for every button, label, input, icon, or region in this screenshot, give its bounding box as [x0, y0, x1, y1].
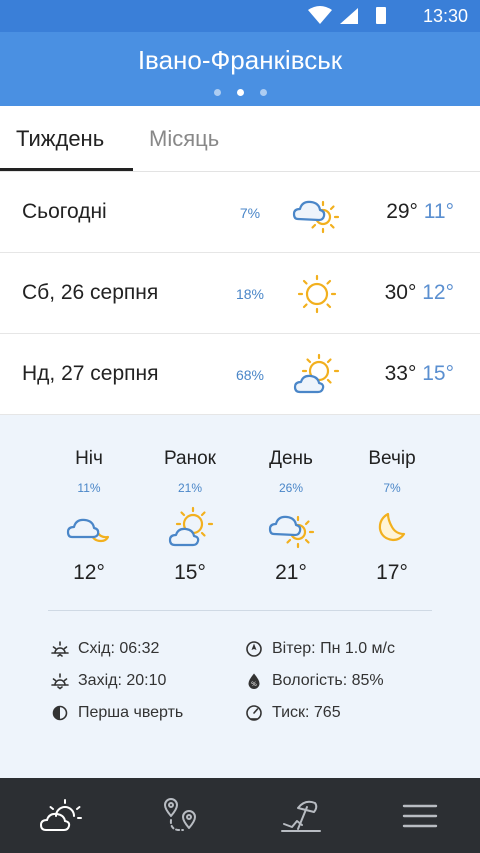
weather-icon — [39, 799, 82, 831]
day-row-sun[interactable]: Нд, 27 серпня 68% 33° 15° — [0, 335, 480, 415]
tab-week[interactable]: Тиждень — [16, 126, 104, 152]
precip-chance: 18% — [235, 286, 265, 302]
precip-chance: 7% — [383, 481, 401, 495]
svg-text:%: % — [251, 681, 257, 688]
locations-icon — [164, 798, 196, 831]
day-name: Сб, 26 серпня — [22, 281, 159, 304]
beach-icon — [281, 800, 321, 832]
battery-icon — [376, 7, 386, 24]
sun-cloud-icon — [168, 506, 214, 547]
period-name: Вечір — [368, 448, 416, 469]
status-icons — [308, 6, 386, 24]
page-dot — [213, 89, 221, 96]
period-name: Ніч — [75, 448, 103, 469]
day-row-sat[interactable]: Сб, 26 серпня 18% 30° 12° — [0, 254, 480, 334]
period-temp: 21° — [275, 561, 307, 584]
precip-chance: 7% — [239, 205, 261, 221]
sun-cloud-icon — [293, 353, 340, 394]
temp-min: 15° — [422, 362, 454, 385]
precip-chance: 11% — [77, 481, 101, 495]
tab-bar: Тиждень Місяць — [0, 106, 480, 172]
menu-icon — [402, 804, 438, 828]
day-temps: 29° 11° — [386, 200, 454, 224]
period-morning: Ранок 21% 15° — [140, 415, 240, 595]
app-header: Івано-Франківськ — [0, 32, 480, 106]
sunset-text: Захід: 20:10 — [78, 672, 167, 689]
gauge-icon — [246, 705, 262, 721]
precip-chance: 68% — [235, 367, 265, 383]
day-name: Нд, 27 серпня — [22, 362, 159, 385]
day-row-today[interactable]: Сьогодні 7% 29° 11° — [0, 173, 480, 253]
wifi-icon — [308, 6, 332, 24]
moon-icon — [378, 512, 406, 542]
day-temps: 33° 15° — [385, 362, 454, 386]
temp-max: 29° — [386, 200, 418, 223]
sunrise-text: Схід: 06:32 — [78, 640, 160, 657]
sun-icon — [297, 274, 337, 314]
tab-indicator — [0, 168, 133, 171]
divider — [48, 610, 432, 611]
cloud-sun-icon — [292, 200, 340, 234]
period-name: Ранок — [164, 448, 216, 469]
pressure-text: Тиск: 765 — [272, 704, 341, 721]
tab-month[interactable]: Місяць — [149, 126, 219, 152]
precip-chance: 26% — [278, 481, 304, 495]
cloud-moon-icon — [66, 518, 110, 543]
sunrise-icon — [51, 641, 69, 657]
signal-icon — [340, 8, 358, 24]
humidity-drop-icon: % — [248, 673, 260, 689]
compass-icon — [246, 641, 262, 657]
city-title[interactable]: Івано-Франківськ — [0, 45, 480, 76]
day-name: Сьогодні — [22, 200, 107, 223]
nav-locations[interactable] — [120, 778, 240, 853]
nav-weather[interactable] — [0, 778, 120, 853]
page-dot-active — [236, 89, 244, 96]
moon-phase-text: Перша чверть — [78, 704, 184, 721]
status-bar: 13:30 — [0, 0, 480, 32]
period-temp: 15° — [174, 561, 206, 584]
period-night: Ніч 11% 12° — [39, 415, 139, 595]
period-name: День — [269, 448, 313, 469]
nav-beach[interactable] — [240, 778, 360, 853]
nav-menu[interactable] — [360, 778, 480, 853]
temp-min: 12° — [422, 281, 454, 304]
page-indicator — [0, 89, 480, 96]
precip-chance: 21% — [177, 481, 203, 495]
period-evening: Вечір 7% 17° — [342, 415, 442, 595]
page-dot — [259, 89, 267, 96]
period-temp: 12° — [73, 561, 105, 584]
status-time: 13:30 — [422, 6, 468, 26]
period-day: День 26% 21° — [241, 415, 341, 595]
cloud-sun-icon — [268, 515, 315, 549]
day-detail-panel: Ніч 11% 12° Ранок 21% 15° День 26% 21° В… — [0, 415, 480, 778]
moon-phase-icon — [52, 705, 68, 721]
humidity-text: Вологість: 85% — [272, 672, 384, 689]
temp-min: 11° — [423, 200, 454, 223]
bottom-nav — [0, 778, 480, 853]
period-temp: 17° — [376, 561, 408, 584]
temp-max: 30° — [384, 281, 417, 304]
temp-max: 33° — [384, 362, 417, 385]
wind-text: Вітер: Пн 1.0 м/с — [272, 640, 395, 657]
day-temps: 30° 12° — [385, 281, 454, 305]
sunset-icon — [51, 673, 69, 690]
